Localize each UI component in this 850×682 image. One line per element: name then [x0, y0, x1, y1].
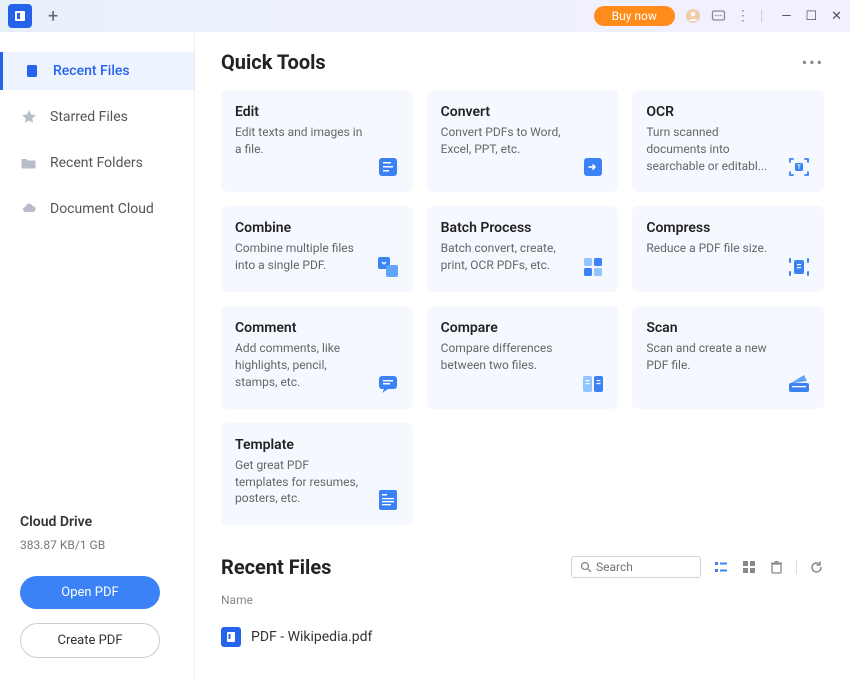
refresh-icon[interactable] [809, 560, 824, 575]
sidebar-item-starred-files[interactable]: Starred Files [0, 98, 194, 136]
tool-desc: Batch convert, create, print, OCR PDFs, … [441, 240, 571, 274]
create-pdf-button[interactable]: Create PDF [20, 623, 160, 658]
tool-title: Combine [235, 220, 399, 236]
quick-tools-grid: Edit Edit texts and images in a file. Co… [221, 90, 824, 525]
open-pdf-button[interactable]: Open PDF [20, 576, 160, 609]
view-list-icon[interactable] [713, 559, 729, 575]
scan-icon [786, 371, 812, 397]
column-header-name: Name [221, 593, 824, 607]
file-icon [23, 62, 41, 80]
sidebar-item-recent-files[interactable]: Recent Files [0, 52, 194, 90]
combine-icon [375, 254, 401, 280]
cloud-drive-title: Cloud Drive [20, 514, 174, 530]
window-close-button[interactable]: ✕ [831, 9, 842, 24]
tool-card-compare[interactable]: Compare Compare differences between two … [427, 306, 619, 408]
sidebar-item-label: Starred Files [50, 109, 128, 125]
view-grid-icon[interactable] [741, 559, 757, 575]
tool-desc: Compare differences between two files. [441, 340, 571, 374]
tool-title: Template [235, 437, 399, 453]
edit-icon [375, 154, 401, 180]
new-tab-button[interactable]: + [40, 6, 66, 27]
cloud-icon [20, 200, 38, 218]
tool-card-convert[interactable]: Convert Convert PDFs to Word, Excel, PPT… [427, 90, 619, 192]
more-options-icon[interactable]: ••• [802, 53, 824, 72]
convert-icon [580, 154, 606, 180]
ocr-icon: T [786, 154, 812, 180]
tool-card-edit[interactable]: Edit Edit texts and images in a file. [221, 90, 413, 192]
compare-icon [580, 371, 606, 397]
batch-icon [580, 254, 606, 280]
message-icon[interactable] [711, 9, 726, 24]
tool-title: OCR [646, 104, 810, 120]
tool-card-template[interactable]: Template Get great PDF templates for res… [221, 423, 413, 525]
tool-title: Batch Process [441, 220, 605, 236]
tool-desc: Edit texts and images in a file. [235, 124, 365, 158]
main-content: Quick Tools ••• Edit Edit texts and imag… [195, 32, 850, 682]
search-icon [580, 561, 592, 573]
tool-desc: Reduce a PDF file size. [646, 240, 776, 257]
tool-title: Compare [441, 320, 605, 336]
tool-card-scan[interactable]: Scan Scan and create a new PDF file. [632, 306, 824, 408]
tool-desc: Turn scanned documents into searchable o… [646, 124, 776, 174]
tool-title: Edit [235, 104, 399, 120]
sidebar: Recent Files Starred Files Recent Folder… [0, 32, 195, 682]
file-row[interactable]: PDF - Wikipedia.pdf [221, 621, 824, 653]
tool-desc: Convert PDFs to Word, Excel, PPT, etc. [441, 124, 571, 158]
sidebar-item-recent-folders[interactable]: Recent Folders [0, 144, 194, 182]
file-name: PDF - Wikipedia.pdf [251, 629, 372, 645]
tool-card-combine[interactable]: Combine Combine multiple files into a si… [221, 206, 413, 292]
tool-desc: Get great PDF templates for resumes, pos… [235, 457, 365, 507]
window-maximize-button[interactable]: ☐ [805, 9, 817, 24]
comment-icon [375, 371, 401, 397]
sidebar-item-label: Recent Folders [50, 155, 143, 171]
svg-text:T: T [797, 164, 801, 171]
tool-desc: Add comments, like highlights, pencil, s… [235, 340, 365, 390]
recent-files-title: Recent Files [221, 555, 331, 579]
sidebar-item-label: Recent Files [53, 63, 130, 79]
search-box[interactable] [571, 556, 701, 578]
folder-icon [20, 154, 38, 172]
pdf-file-icon [221, 627, 241, 647]
tool-title: Compress [646, 220, 810, 236]
tool-card-ocr[interactable]: OCR Turn scanned documents into searchab… [632, 90, 824, 192]
cloud-drive-usage: 383.87 KB/1 GB [20, 538, 174, 552]
tool-title: Scan [646, 320, 810, 336]
sidebar-item-document-cloud[interactable]: Document Cloud [0, 190, 194, 228]
window-minimize-button[interactable]: — [781, 9, 791, 24]
menu-dots-icon[interactable]: ⋮ [736, 8, 750, 24]
compress-icon [786, 254, 812, 280]
tool-title: Comment [235, 320, 399, 336]
buy-now-button[interactable]: Buy now [594, 6, 675, 26]
tool-title: Convert [441, 104, 605, 120]
search-input[interactable] [596, 560, 692, 574]
tool-desc: Scan and create a new PDF file. [646, 340, 776, 374]
titlebar: + Buy now ⋮ | — ☐ ✕ [0, 0, 850, 32]
quick-tools-title: Quick Tools [221, 50, 326, 74]
delete-icon[interactable] [769, 560, 784, 575]
star-icon [20, 108, 38, 126]
sidebar-item-label: Document Cloud [50, 201, 154, 217]
tool-card-compress[interactable]: Compress Reduce a PDF file size. [632, 206, 824, 292]
tool-card-batch-process[interactable]: Batch Process Batch convert, create, pri… [427, 206, 619, 292]
tool-card-comment[interactable]: Comment Add comments, like highlights, p… [221, 306, 413, 408]
profile-icon[interactable] [685, 8, 701, 24]
tool-desc: Combine multiple files into a single PDF… [235, 240, 365, 274]
divider [796, 560, 797, 574]
app-logo-icon [8, 4, 32, 28]
template-icon [375, 487, 401, 513]
